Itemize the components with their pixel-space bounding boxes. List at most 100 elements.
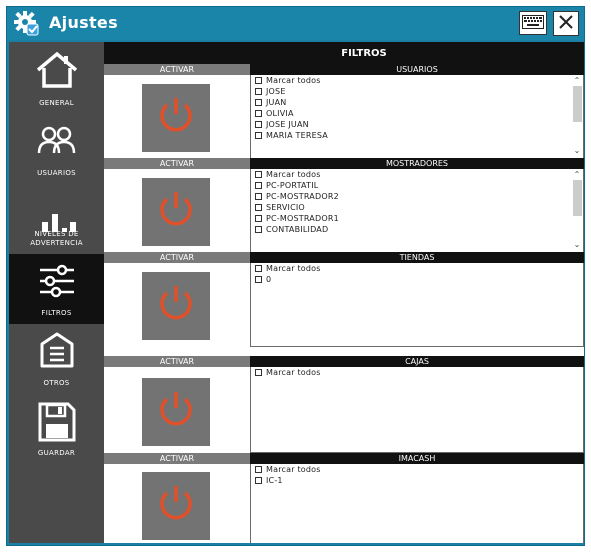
mostradores-list: Marcar todos PC-PORTATIL PC-MOSTRADOR2 S… [250, 169, 584, 252]
scroll-thumb[interactable] [573, 180, 582, 216]
sidebar: GENERAL USUARIOS NIVELES DE ADVERTENCIA … [9, 42, 104, 543]
list-item[interactable]: Marcar todos [251, 367, 583, 378]
sidebar-item-filtros[interactable]: FILTROS [9, 254, 104, 324]
sidebar-item-guardar[interactable]: GUARDAR [9, 394, 104, 464]
list-item[interactable]: Marcar todos [251, 169, 583, 180]
checkbox[interactable] [255, 182, 262, 189]
list-item[interactable]: 0 [251, 274, 583, 285]
item-label: PC-MOSTRADOR1 [266, 214, 339, 223]
list-item[interactable]: SERVICIO [251, 202, 583, 213]
list-item[interactable]: MARIA TERESA [251, 130, 583, 141]
scrollbar[interactable]: ⌃ ⌄ [572, 169, 582, 250]
sidebar-item-otros[interactable]: OTROS [9, 324, 104, 394]
item-label: Marcar todos [266, 170, 321, 179]
item-label: SERVICIO [266, 203, 305, 212]
section-title: CAJAS [250, 356, 584, 367]
activar-label: ACTIVAR [104, 158, 250, 169]
sliders-icon [34, 254, 80, 306]
close-icon [558, 14, 574, 34]
item-label: IC-1 [266, 476, 283, 485]
activate-cajas-button[interactable] [142, 378, 210, 446]
checkbox[interactable] [255, 215, 262, 222]
item-label: PC-PORTATIL [266, 181, 319, 190]
power-icon [154, 388, 198, 436]
checkbox[interactable] [255, 171, 262, 178]
checkbox[interactable] [255, 193, 262, 200]
list-item[interactable]: IC-1 [251, 475, 583, 486]
item-label: JOSE JUAN [266, 120, 309, 129]
scroll-up-icon[interactable]: ⌃ [572, 169, 582, 179]
checkbox[interactable] [255, 132, 262, 139]
scrollbar[interactable]: ⌃ ⌄ [572, 75, 582, 156]
checkbox[interactable] [255, 88, 262, 95]
save-icon [34, 394, 80, 446]
sidebar-item-general[interactable]: GENERAL [9, 44, 104, 114]
checkbox[interactable] [255, 110, 262, 117]
scroll-up-icon[interactable]: ⌃ [572, 75, 582, 85]
activar-label: ACTIVAR [104, 64, 250, 75]
item-label: JUAN [266, 98, 287, 107]
checkbox[interactable] [255, 477, 262, 484]
checkbox[interactable] [255, 77, 262, 84]
activate-usuarios-button[interactable] [142, 84, 210, 152]
checkbox[interactable] [255, 226, 262, 233]
sidebar-item-usuarios[interactable]: USUARIOS [9, 114, 104, 184]
list-item[interactable]: PC-MOSTRADOR1 [251, 213, 583, 224]
list-item[interactable]: JOSE JUAN [251, 119, 583, 130]
list-item[interactable]: Marcar todos [251, 263, 583, 274]
section-title: TIENDAS [250, 252, 584, 263]
scroll-down-icon[interactable]: ⌄ [572, 239, 582, 249]
window-title: Ajustes [49, 13, 118, 32]
filter-section-mostradores: ACTIVAR MOSTRADORES Marcar todos PC-PORT… [104, 158, 584, 252]
power-icon [154, 282, 198, 330]
sidebar-item-label: USUARIOS [37, 169, 76, 177]
users-icon [34, 114, 80, 162]
list-item[interactable]: CONTABILIDAD [251, 224, 583, 235]
sidebar-item-label: GUARDAR [37, 449, 76, 457]
list-item[interactable]: Marcar todos [251, 464, 583, 475]
activate-tiendas-button[interactable] [142, 272, 210, 340]
item-label: OLIVIA [266, 109, 294, 118]
item-label: PC-MOSTRADOR2 [266, 192, 339, 201]
scroll-thumb[interactable] [573, 86, 582, 122]
section-title: IMACASH [250, 453, 584, 464]
checkbox[interactable] [255, 466, 262, 473]
activate-imacash-button[interactable] [142, 472, 210, 540]
activate-mostradores-button[interactable] [142, 178, 210, 246]
item-label: MARIA TERESA [266, 131, 328, 140]
list-item[interactable]: OLIVIA [251, 108, 583, 119]
cajas-list: Marcar todos [250, 367, 584, 453]
settings-window: Ajustes GENERAL USUARIOS NIVELES DE ADVE… [6, 6, 585, 546]
document-icon [34, 324, 80, 372]
list-item[interactable]: PC-PORTATIL [251, 180, 583, 191]
checkbox[interactable] [255, 369, 262, 376]
list-item[interactable]: PC-MOSTRADOR2 [251, 191, 583, 202]
sidebar-item-label: NIVELES DE ADVERTENCIA [30, 230, 83, 247]
keyboard-icon [522, 14, 544, 33]
sidebar-item-niveles-de-advertencia[interactable]: NIVELES DE ADVERTENCIA [9, 184, 104, 254]
checkbox[interactable] [255, 121, 262, 128]
item-label: Marcar todos [266, 465, 321, 474]
close-button[interactable] [553, 11, 579, 36]
usuarios-list: Marcar todos JOSE JUAN OLIVIA JOSE JUAN … [250, 75, 584, 158]
list-item[interactable]: Marcar todos [251, 75, 583, 86]
tiendas-list: Marcar todos 0 [250, 263, 584, 347]
activar-label: ACTIVAR [104, 252, 250, 263]
checkbox[interactable] [255, 99, 262, 106]
list-item[interactable]: JOSE [251, 86, 583, 97]
section-title: MOSTRADORES [250, 158, 584, 169]
checkbox[interactable] [255, 276, 262, 283]
activar-label: ACTIVAR [104, 356, 250, 367]
filter-section-cajas: ACTIVAR CAJAS Marcar todos [104, 356, 584, 453]
list-item[interactable]: JUAN [251, 97, 583, 108]
item-label: Marcar todos [266, 264, 321, 273]
keyboard-button[interactable] [519, 11, 547, 35]
sidebar-item-label: GENERAL [39, 99, 74, 107]
checkbox[interactable] [255, 204, 262, 211]
filters-panel: FILTROS ACTIVAR USUARIOS Marcar todos JO… [104, 42, 584, 543]
item-label: Marcar todos [266, 368, 321, 377]
filter-section-imacash: ACTIVAR IMACASH Marcar todos IC-1 [104, 453, 584, 543]
scroll-down-icon[interactable]: ⌄ [572, 145, 582, 155]
checkbox[interactable] [255, 265, 262, 272]
filter-section-usuarios: ACTIVAR USUARIOS Marcar todos JOSE JUAN … [104, 64, 584, 158]
